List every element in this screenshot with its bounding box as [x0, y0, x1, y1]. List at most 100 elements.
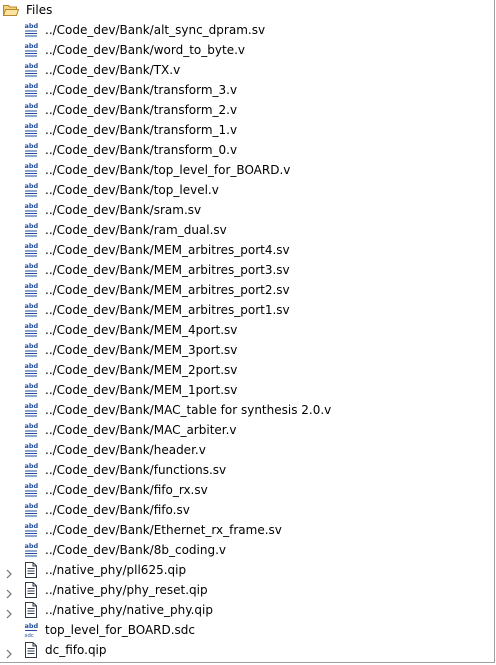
tree-item[interactable]: ../native_phy/pll625.qip: [0, 560, 494, 580]
folder-open-icon: [2, 3, 20, 17]
verilog-file-icon: abd: [24, 421, 39, 439]
tree-item[interactable]: abd ../Code_dev/Bank/MEM_4port.sv: [0, 320, 494, 340]
tree-root-files[interactable]: Files: [0, 0, 494, 20]
tree-item[interactable]: abd ../Code_dev/Bank/MEM_2port.sv: [0, 360, 494, 380]
tree-item[interactable]: abd ../Code_dev/Bank/Ethernet_rx_frame.sv: [0, 520, 494, 540]
verilog-file-icon: abd: [24, 541, 39, 559]
tree-item[interactable]: abd ../Code_dev/Bank/MEM_1port.sv: [0, 380, 494, 400]
qip-file-icon: [24, 561, 38, 579]
tree-item[interactable]: abd ../Code_dev/Bank/functions.sv: [0, 460, 494, 480]
chevron-right-icon[interactable]: [4, 645, 14, 659]
verilog-file-icon: abd: [24, 341, 39, 359]
tree-item-label: ../Code_dev/Bank/fifo.sv: [45, 503, 190, 517]
tree-item-label: ../native_phy/pll625.qip: [45, 563, 187, 577]
tree-item[interactable]: abd ../Code_dev/Bank/MEM_arbitres_port3.s…: [0, 260, 494, 280]
verilog-file-icon: abd: [24, 281, 39, 299]
svg-text:abd: abd: [25, 522, 39, 530]
verilog-file-icon: abd: [24, 461, 39, 479]
tree-item-label: ../Code_dev/Bank/MEM_3port.sv: [45, 343, 238, 357]
verilog-file-icon: abd: [24, 401, 39, 419]
tree-item-label: ../native_phy/phy_reset.qip: [45, 583, 208, 597]
tree-item-label: ../Code_dev/Bank/transform_1.v: [45, 123, 238, 137]
tree-item[interactable]: abd ../Code_dev/Bank/alt_sync_dpram.sv: [0, 20, 494, 40]
tree-item-label: ../Code_dev/Bank/MEM_arbitres_port4.sv: [45, 243, 290, 257]
verilog-file-icon: abd: [24, 141, 39, 159]
svg-text:abd: abd: [25, 262, 39, 270]
verilog-file-icon: abd: [24, 41, 39, 59]
tree-item-label: ../Code_dev/Bank/fifo_rx.sv: [45, 483, 208, 497]
chevron-right-icon[interactable]: [4, 585, 14, 599]
qip-file-icon: [24, 601, 38, 619]
svg-text:abd: abd: [25, 402, 39, 410]
svg-text:abd: abd: [25, 182, 39, 190]
tree-item-label: ../Code_dev/Bank/header.v: [45, 443, 206, 457]
svg-text:abd: abd: [25, 542, 39, 550]
tree-item[interactable]: abd ../Code_dev/Bank/MEM_arbitres_port4.s…: [0, 240, 494, 260]
svg-text:abd: abd: [25, 142, 39, 150]
tree-item[interactable]: abd ../Code_dev/Bank/transform_1.v: [0, 120, 494, 140]
tree-item[interactable]: abd ../Code_dev/Bank/transform_2.v: [0, 100, 494, 120]
tree-item[interactable]: abd ../Code_dev/Bank/ram_dual.sv: [0, 220, 494, 240]
tree-item[interactable]: dc_fifo.qip: [0, 640, 494, 660]
svg-text:abd: abd: [25, 42, 39, 50]
tree-item[interactable]: abd ../Code_dev/Bank/fifo.sv: [0, 500, 494, 520]
tree-item[interactable]: abd ../Code_dev/Bank/top_level_for_BOARD.…: [0, 160, 494, 180]
tree-item[interactable]: abd ../Code_dev/Bank/MAC_table for synthe…: [0, 400, 494, 420]
svg-text:abd: abd: [25, 102, 39, 110]
tree-item-label: ../Code_dev/Bank/MEM_arbitres_port1.sv: [45, 303, 290, 317]
tree-item[interactable]: abd ../Code_dev/Bank/sram.sv: [0, 200, 494, 220]
verilog-file-icon: abd: [24, 121, 39, 139]
tree-item[interactable]: abd ../Code_dev/Bank/MEM_3port.sv: [0, 340, 494, 360]
svg-text:abd: abd: [25, 122, 39, 130]
tree-item-label: ../Code_dev/Bank/MEM_arbitres_port3.sv: [45, 263, 290, 277]
svg-text:abd: abd: [25, 22, 39, 30]
svg-text:abd: abd: [25, 222, 39, 230]
tree-item[interactable]: abd ../Code_dev/Bank/header.v: [0, 440, 494, 460]
tree-item[interactable]: ../native_phy/phy_reset.qip: [0, 580, 494, 600]
tree-item-label: ../Code_dev/Bank/Ethernet_rx_frame.sv: [45, 523, 282, 537]
tree-item[interactable]: abd ../Code_dev/Bank/transform_0.v: [0, 140, 494, 160]
verilog-file-icon: abd: [24, 201, 39, 219]
tree-item-label: ../Code_dev/Bank/transform_0.v: [45, 143, 238, 157]
svg-text:abd: abd: [25, 242, 39, 250]
tree-item[interactable]: abd ../Code_dev/Bank/fifo_rx.sv: [0, 480, 494, 500]
verilog-file-icon: abd: [24, 261, 39, 279]
tree-item[interactable]: abd ../Code_dev/Bank/top_level.v: [0, 180, 494, 200]
tree-item-label: top_level_for_BOARD.sdc: [45, 623, 196, 637]
svg-text:sdc: sdc: [25, 633, 34, 639]
chevron-right-icon[interactable]: [4, 605, 14, 619]
qip-file-icon: [24, 641, 38, 659]
tree-item-label: ../Code_dev/Bank/MEM_4port.sv: [45, 323, 238, 337]
files-panel: Files abd ../Code_dev/Bank/alt_sync_dpram…: [0, 0, 495, 663]
verilog-file-icon: abd: [24, 501, 39, 519]
tree-item[interactable]: ../native_phy/native_phy.qip: [0, 600, 494, 620]
svg-text:abd: abd: [25, 422, 39, 430]
svg-text:abd: abd: [25, 442, 39, 450]
svg-text:abd: abd: [25, 202, 39, 210]
sdc-file-icon: abd sdc: [24, 621, 39, 639]
verilog-file-icon: abd: [24, 241, 39, 259]
tree-item-label: ../Code_dev/Bank/transform_2.v: [45, 103, 238, 117]
verilog-file-icon: abd: [24, 301, 39, 319]
tree-item[interactable]: abd ../Code_dev/Bank/MEM_arbitres_port2.s…: [0, 280, 494, 300]
tree-item[interactable]: abd ../Code_dev/Bank/MAC_arbiter.v: [0, 420, 494, 440]
tree-item[interactable]: abd sdc top_level_for_BOARD.sdc: [0, 620, 494, 640]
svg-text:abd: abd: [25, 462, 39, 470]
svg-text:abd: abd: [25, 62, 39, 70]
svg-text:abd: abd: [25, 502, 39, 510]
tree-item[interactable]: abd ../Code_dev/Bank/MEM_arbitres_port1.s…: [0, 300, 494, 320]
tree-item-label: dc_fifo.qip: [45, 643, 107, 657]
verilog-file-icon: abd: [24, 181, 39, 199]
verilog-file-icon: abd: [24, 101, 39, 119]
tree-item-label: ../Code_dev/Bank/MAC_table for synthesis…: [45, 403, 332, 417]
chevron-right-icon[interactable]: [4, 565, 14, 579]
tree-item[interactable]: abd ../Code_dev/Bank/8b_coding.v: [0, 540, 494, 560]
tree-root-label: Files: [26, 3, 53, 17]
tree-item-label: ../Code_dev/Bank/top_level.v: [45, 183, 219, 197]
tree-item[interactable]: abd ../Code_dev/Bank/word_to_byte.v: [0, 40, 494, 60]
tree-item[interactable]: abd ../Code_dev/Bank/TX.v: [0, 60, 494, 80]
verilog-file-icon: abd: [24, 221, 39, 239]
verilog-file-icon: abd: [24, 361, 39, 379]
tree-item-label: ../Code_dev/Bank/MEM_arbitres_port2.sv: [45, 283, 290, 297]
tree-item[interactable]: abd ../Code_dev/Bank/transform_3.v: [0, 80, 494, 100]
